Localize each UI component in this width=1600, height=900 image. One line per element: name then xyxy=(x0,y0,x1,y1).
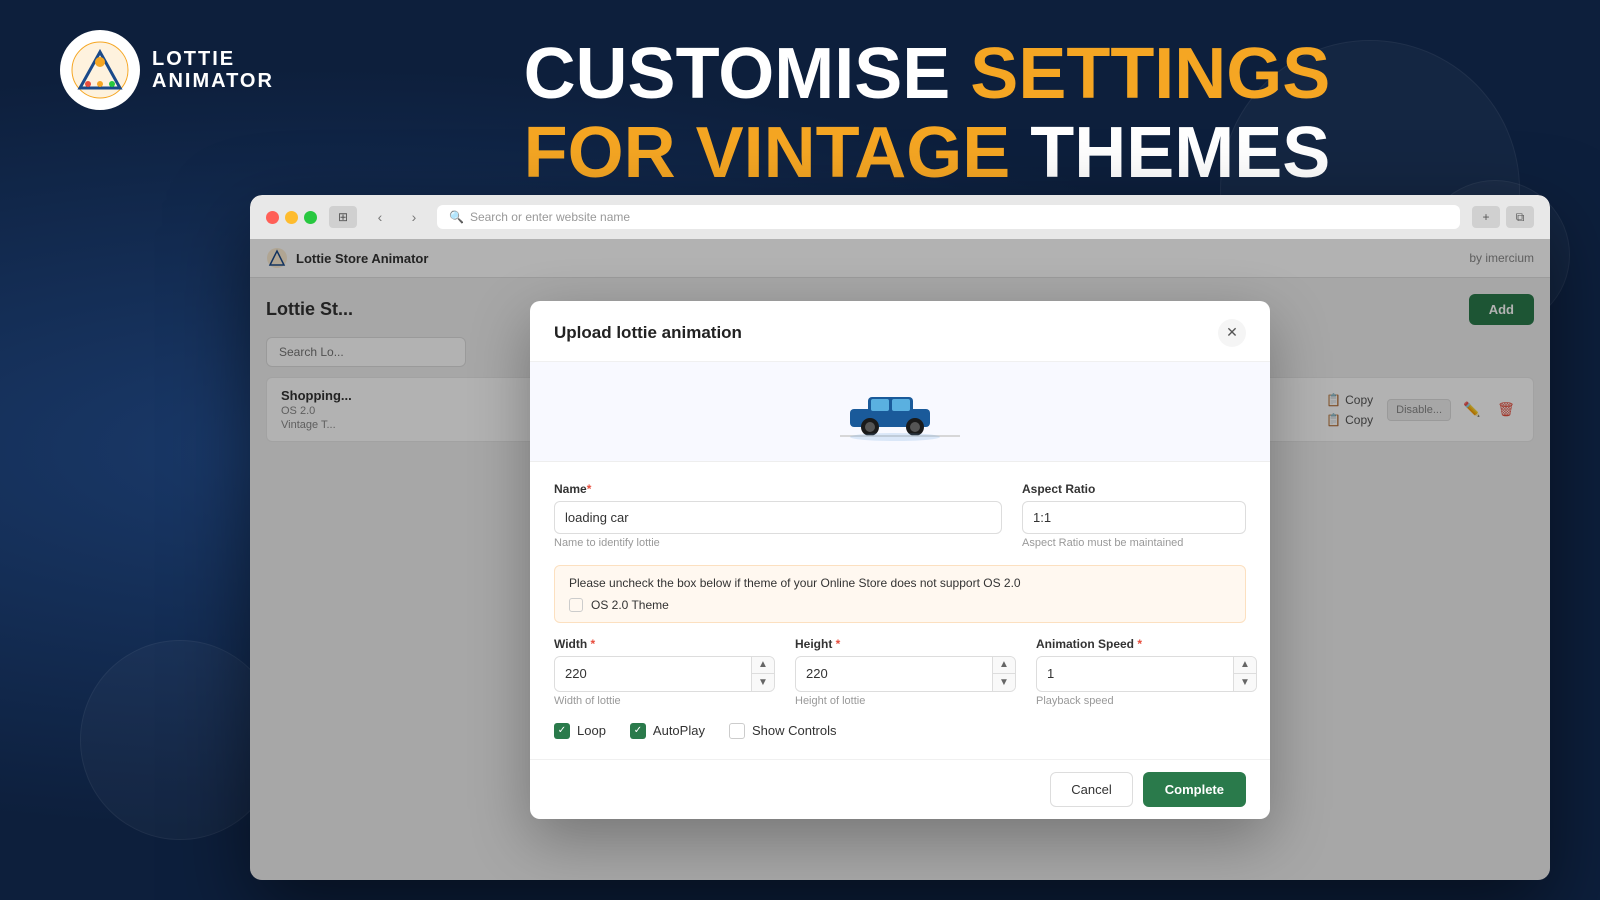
new-tab-btn[interactable]: + xyxy=(1472,206,1500,228)
loop-label: Loop xyxy=(577,723,606,738)
os-warning: Please uncheck the box below if theme of… xyxy=(554,565,1246,623)
browser-content: Lottie Store Animator by imercium Lottie… xyxy=(250,239,1550,880)
search-icon: 🔍 xyxy=(449,210,464,224)
brand-line2: ANIMATOR xyxy=(152,70,274,92)
name-required: * xyxy=(587,482,592,496)
name-hint: Name to identify lottie xyxy=(554,537,1002,549)
width-group: Width * ▲ ▼ Width of lottie xyxy=(554,637,775,707)
width-hint: Width of lottie xyxy=(554,695,775,707)
height-hint: Height of lottie xyxy=(795,695,1016,707)
speed-down-btn[interactable]: ▼ xyxy=(1234,674,1256,691)
os-warning-text: Please uncheck the box below if theme of… xyxy=(569,576,1231,590)
address-placeholder: Search or enter website name xyxy=(470,210,630,224)
modal-header: Upload lottie animation ✕ xyxy=(530,301,1270,362)
traffic-light-green[interactable] xyxy=(304,211,317,224)
modal-close-button[interactable]: ✕ xyxy=(1218,319,1246,347)
modal-footer: Cancel Complete xyxy=(530,759,1270,819)
speed-spinner: ▲ ▼ xyxy=(1233,657,1256,691)
autoplay-label: AutoPlay xyxy=(653,723,705,738)
width-down-btn[interactable]: ▼ xyxy=(752,674,774,691)
height-down-btn[interactable]: ▼ xyxy=(993,674,1015,691)
width-up-btn[interactable]: ▲ xyxy=(752,657,774,674)
loop-checkbox-item: ✓ Loop xyxy=(554,723,606,739)
traffic-light-yellow[interactable] xyxy=(285,211,298,224)
autoplay-checkbox[interactable]: ✓ xyxy=(630,723,646,739)
cancel-button[interactable]: Cancel xyxy=(1050,772,1132,807)
traffic-light-red[interactable] xyxy=(266,211,279,224)
modal-body: Name* Name to identify lottie Aspect Rat… xyxy=(530,462,1270,759)
height-spinner: ▲ ▼ xyxy=(992,657,1015,691)
show-controls-checkbox[interactable] xyxy=(729,723,745,739)
width-input-group: ▲ ▼ xyxy=(554,656,775,692)
dimensions-row: Width * ▲ ▼ Width of lottie xyxy=(554,637,1246,707)
show-controls-checkbox-item: Show Controls xyxy=(729,723,837,739)
os-checkbox[interactable] xyxy=(569,598,583,612)
name-aspect-row: Name* Name to identify lottie Aspect Rat… xyxy=(554,482,1246,549)
os-checkbox-row: OS 2.0 Theme xyxy=(569,598,1231,612)
speed-input-group: ▲ ▼ xyxy=(1036,656,1257,692)
forward-btn[interactable]: › xyxy=(403,206,425,228)
logo-icon xyxy=(60,30,140,110)
height-input[interactable] xyxy=(796,658,992,689)
speed-hint: Playback speed xyxy=(1036,695,1257,707)
back-btn[interactable]: ‹ xyxy=(369,206,391,228)
name-label: Name* xyxy=(554,482,1002,496)
headline-text: CUSTOMISE SETTINGS FOR VINTAGE THEMES xyxy=(314,35,1540,193)
copy-tab-btn[interactable]: ⧉ xyxy=(1506,206,1534,228)
autoplay-checkbox-item: ✓ AutoPlay xyxy=(630,723,705,739)
animation-speed-input[interactable] xyxy=(1037,658,1233,689)
modal-title: Upload lottie animation xyxy=(554,323,742,343)
brand-line1: LOTTIE xyxy=(152,48,274,70)
sidebar-toggle-btn[interactable]: ⊞ xyxy=(329,206,357,228)
height-group: Height * ▲ ▼ Height of lottie xyxy=(795,637,1016,707)
os-checkbox-label: OS 2.0 Theme xyxy=(591,598,669,612)
complete-button[interactable]: Complete xyxy=(1143,772,1246,807)
name-input[interactable] xyxy=(554,501,1002,534)
width-label: Width * xyxy=(554,637,775,651)
animation-speed-label: Animation Speed * xyxy=(1036,637,1257,651)
traffic-lights xyxy=(266,211,317,224)
aspect-ratio-input[interactable] xyxy=(1022,501,1246,534)
width-input[interactable] xyxy=(555,658,751,689)
headline-line1-orange: SETTINGS xyxy=(970,34,1330,114)
checkboxes-row: ✓ Loop ✓ AutoPlay Show Controls xyxy=(554,723,1246,739)
name-group: Name* Name to identify lottie xyxy=(554,482,1002,549)
headline-line2-orange: FOR VINTAGE xyxy=(524,113,1011,193)
width-spinner: ▲ ▼ xyxy=(751,657,774,691)
browser-mockup: ⊞ ‹ › 🔍 Search or enter website name + ⧉… xyxy=(250,195,1550,880)
close-icon: ✕ xyxy=(1226,324,1238,341)
address-bar[interactable]: 🔍 Search or enter website name xyxy=(437,205,1460,229)
height-up-btn[interactable]: ▲ xyxy=(993,657,1015,674)
aspect-ratio-label: Aspect Ratio xyxy=(1022,482,1246,496)
logo-area: LOTTIE ANIMATOR xyxy=(60,30,274,110)
show-controls-label: Show Controls xyxy=(752,723,837,738)
modal: Upload lottie animation ✕ xyxy=(530,301,1270,819)
speed-up-btn[interactable]: ▲ xyxy=(1234,657,1256,674)
aspect-ratio-group: Aspect Ratio Aspect Ratio must be mainta… xyxy=(1022,482,1246,549)
aspect-ratio-hint: Aspect Ratio must be maintained xyxy=(1022,537,1246,549)
animation-preview xyxy=(530,362,1270,462)
animation-speed-group: Animation Speed * ▲ ▼ Playback speed xyxy=(1036,637,1257,707)
header: LOTTIE ANIMATOR CUSTOMISE SETTINGS FOR V… xyxy=(0,0,1600,223)
height-label: Height * xyxy=(795,637,1016,651)
modal-overlay: Upload lottie animation ✕ xyxy=(250,239,1550,880)
browser-chrome: ⊞ ‹ › 🔍 Search or enter website name + ⧉ xyxy=(250,195,1550,239)
headline-line1-white: CUSTOMISE xyxy=(524,34,971,114)
height-input-group: ▲ ▼ xyxy=(795,656,1016,692)
browser-actions: + ⧉ xyxy=(1472,206,1534,228)
car-animation xyxy=(840,381,960,441)
headline-line2-white: THEMES xyxy=(1010,113,1330,193)
logo-text: LOTTIE ANIMATOR xyxy=(152,48,274,92)
loop-checkbox[interactable]: ✓ xyxy=(554,723,570,739)
headline: CUSTOMISE SETTINGS FOR VINTAGE THEMES xyxy=(314,30,1540,193)
